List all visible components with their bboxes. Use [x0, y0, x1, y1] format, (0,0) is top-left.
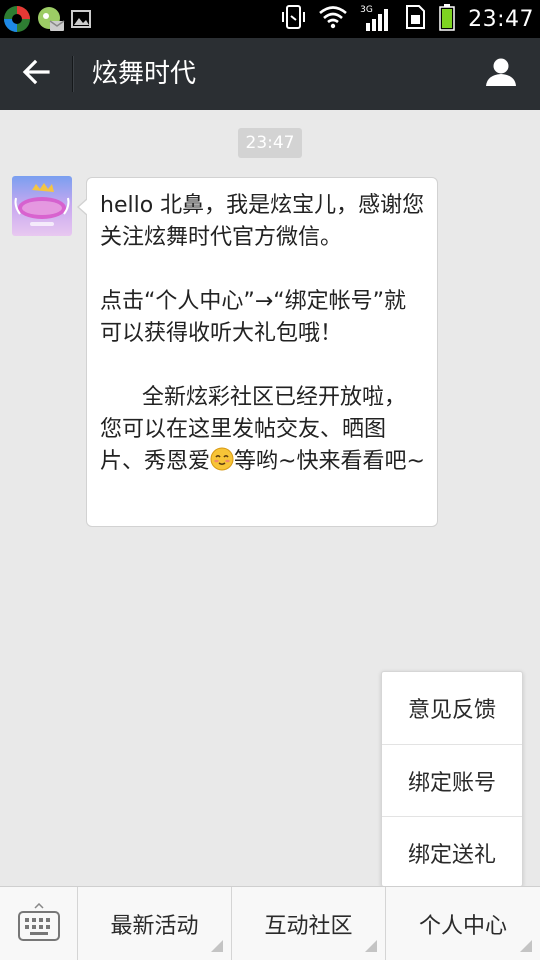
message-timestamp: 23:47: [238, 128, 302, 158]
notification-icons: [2, 4, 92, 38]
person-icon: [485, 57, 517, 91]
message-text: 等哟~快来看看吧~: [234, 449, 425, 474]
title-divider: [72, 56, 73, 92]
title-bar: 炫舞时代: [0, 38, 540, 110]
tab-latest-events[interactable]: 最新活动: [78, 887, 232, 960]
back-arrow-icon: [22, 59, 50, 89]
battery-icon: [438, 3, 456, 35]
back-button[interactable]: [12, 54, 60, 94]
popup-menu: 意见反馈 绑定账号 绑定送礼: [381, 671, 523, 887]
phone-vibrate-icon: [282, 4, 306, 34]
status-time: 23:47: [468, 6, 534, 32]
status-bar: 3G 23:47: [0, 0, 540, 38]
submenu-corner-icon: [211, 940, 223, 952]
image-icon: [70, 8, 92, 34]
tab-label: 最新活动: [110, 913, 199, 939]
sim-icon: [404, 4, 426, 34]
signal-icon: 3G: [360, 5, 392, 33]
chevron-up-icon: [34, 903, 44, 909]
profile-button[interactable]: [480, 54, 522, 94]
menu-item-feedback[interactable]: 意见反馈: [382, 672, 522, 744]
tab-community[interactable]: 互动社区: [232, 887, 386, 960]
app-icon-1: [2, 4, 32, 38]
submenu-corner-icon: [365, 940, 377, 952]
keyboard-icon: [17, 910, 60, 945]
keyboard-toggle-button[interactable]: [0, 887, 78, 960]
menu-item-bind-gift[interactable]: 绑定送礼: [382, 816, 522, 888]
page-title: 炫舞时代: [92, 59, 197, 89]
message-paragraph: 点击“个人中心”→“绑定帐号”就可以获得收听大礼包哦！: [100, 289, 407, 346]
submenu-corner-icon: [520, 940, 532, 952]
smiling-emoji-icon: [210, 447, 234, 471]
menu-item-bind-account[interactable]: 绑定账号: [382, 744, 522, 816]
tab-label: 个人中心: [418, 913, 507, 939]
tab-personal-center[interactable]: 个人中心: [386, 887, 540, 960]
bottom-menu-bar: 最新活动 互动社区 个人中心: [0, 886, 540, 960]
message-bubble[interactable]: hello 北鼻，我是炫宝儿，感谢您关注炫舞时代官方微信。 点击“个人中心”→“…: [77, 177, 438, 527]
avatar[interactable]: [12, 176, 72, 236]
app-icon-2: [36, 4, 66, 38]
tab-label: 互动社区: [264, 913, 353, 939]
wifi-icon: [318, 5, 348, 33]
message-paragraph: hello 北鼻，我是炫宝儿，感谢您关注炫舞时代官方微信。: [100, 193, 425, 250]
message-paragraph: 全新炫彩社区已经开放啦，您可以在这里发帖交友、晒图片、秀恩爱 等哟~快来看看吧~: [100, 382, 425, 478]
